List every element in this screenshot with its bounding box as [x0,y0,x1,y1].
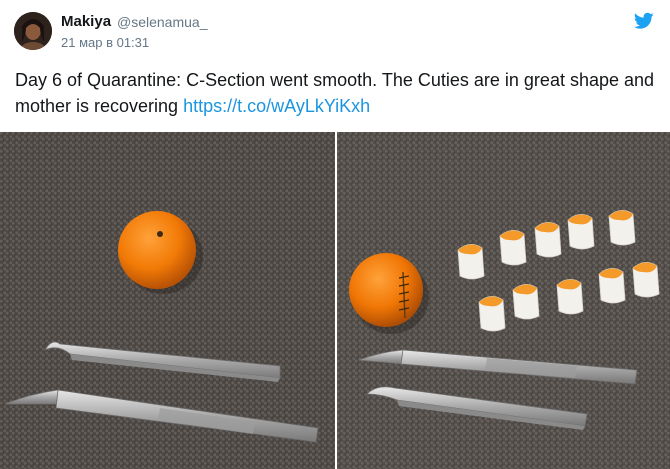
tweet-text: Day 6 of Quarantine: C-Section went smoo… [15,67,660,119]
avatar[interactable] [14,12,52,50]
tweet-link[interactable]: https://t.co/wAyLkYiKxh [183,96,370,116]
tweet-timestamp[interactable]: 21 мар в 01:31 [61,35,149,50]
tweet-photo-1[interactable] [0,132,335,469]
avatar-photo [14,12,52,50]
tweet-photo-2[interactable] [337,132,670,469]
user-handle[interactable]: @selenamua_ [117,14,208,30]
display-name[interactable]: Makiya [61,13,111,30]
twitter-bird-icon[interactable] [633,12,654,30]
